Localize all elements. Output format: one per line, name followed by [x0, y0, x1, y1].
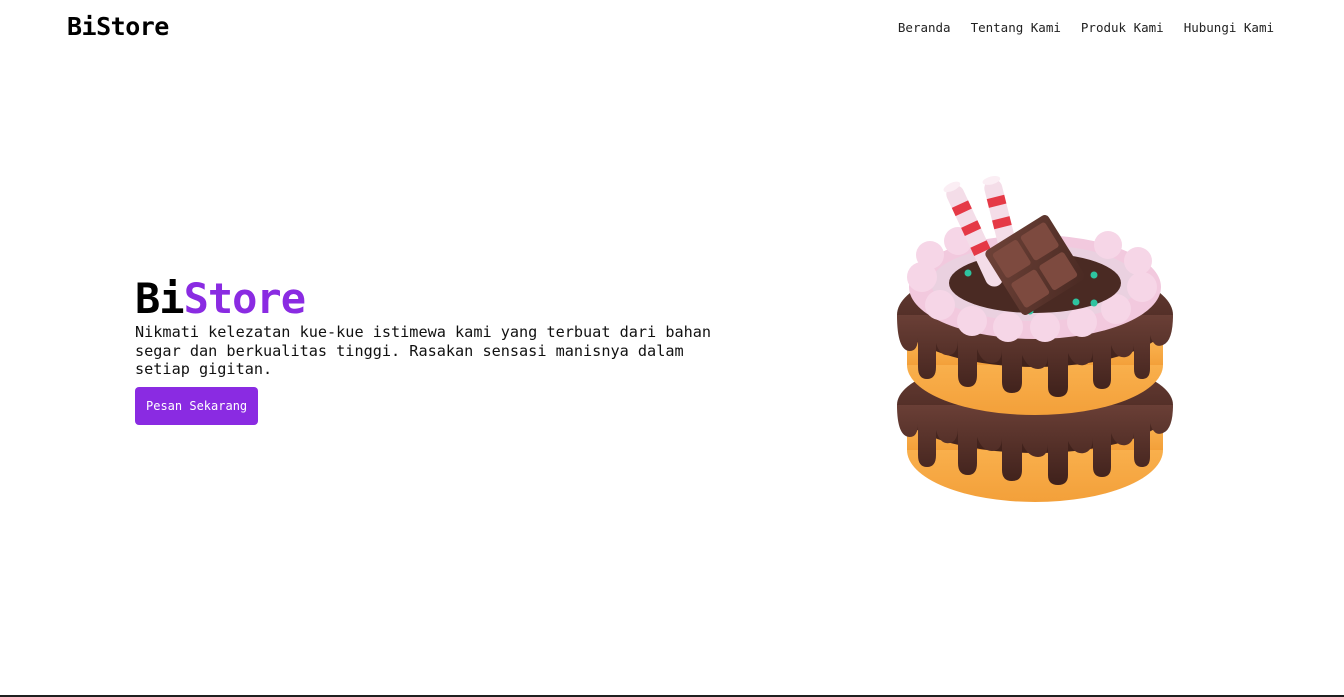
hero-section: BiStore Nikmati kelezatan kue-kue istime… [135, 275, 715, 425]
navbar: BiStore Beranda Tentang Kami Produk Kami… [0, 0, 1344, 58]
nav-link-produk-kami[interactable]: Produk Kami [1081, 20, 1164, 35]
nav-link-tentang-kami[interactable]: Tentang Kami [971, 20, 1061, 35]
hero-title-part1: Bi [135, 274, 185, 323]
nav-link-hubungi-kami[interactable]: Hubungi Kami [1184, 20, 1274, 35]
page: BiStore Beranda Tentang Kami Produk Kami… [0, 0, 1344, 697]
nav-link-beranda[interactable]: Beranda [898, 20, 951, 35]
hero-title: BiStore [135, 275, 715, 323]
hero-title-part2: Store [183, 274, 306, 323]
order-now-button[interactable]: Pesan Sekarang [135, 386, 259, 425]
nav-menu: Beranda Tentang Kami Produk Kami Hubungi… [898, 20, 1274, 35]
cake-image [897, 175, 1173, 502]
brand-logo[interactable]: BiStore [67, 12, 169, 41]
hero-description: Nikmati kelezatan kue-kue istimewa kami … [135, 323, 712, 378]
